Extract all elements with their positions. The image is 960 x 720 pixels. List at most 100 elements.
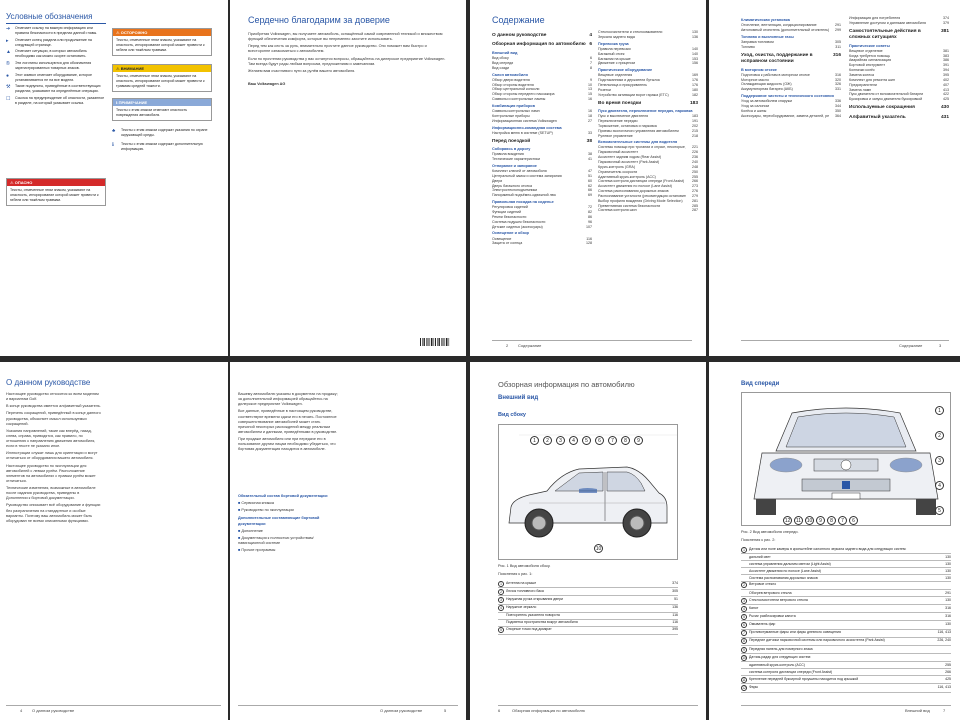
toc-entry[interactable]: Информационная система Volkswagen 27 [492,119,592,124]
toc-entry-title: Аксессуары, переоборудование, замена дет… [741,113,829,118]
callout-page-ref[interactable]: 116, 413 [929,630,951,636]
toc-entry[interactable]: Панорамный подъёмно-сдвижной люк 69 [492,193,592,198]
toc-entry-title: Перед поездкой [492,138,531,144]
callout-marker: 4 [935,481,944,490]
toc-chapter[interactable]: Перед поездкой 38 [492,139,592,145]
footer-page-number: 2 [506,343,509,348]
toc-entry[interactable]: Система контроля шин 287 [598,208,698,213]
callout-item: 3 Наружная ручка открывания двери 51 [498,596,678,605]
callout-page-ref[interactable]: 316 [929,614,951,620]
toc-entry[interactable]: Зеркала заднего вида 136 [598,35,698,40]
callout-page-ref[interactable]: 136 [656,605,678,611]
toc-entry[interactable]: Буксировка и запуск двигателя буксировко… [849,97,949,102]
callout-text: Повторитель указателя поворота [506,613,560,618]
toc-entry-title: Панорамный подъёмно-сдвижной люк [492,193,556,198]
toc-entry[interactable]: Рулевое управление 218 [598,134,698,139]
toc-entry[interactable]: Движение с прицепом 156 [598,61,698,66]
callout-page-ref[interactable]: 255 [929,663,951,668]
callout-page-ref[interactable] [929,655,951,661]
toc-entry-page: 41 [588,157,592,161]
toc-chapter[interactable]: Используемые сокращения 430 [849,105,949,111]
caution-header: ⚠ ОСТОРОЖНО [113,29,211,36]
toc-column-1: О данном руководстве 4 Обзорная информация… [492,30,592,246]
callout-number: 3 [498,596,504,603]
toc-entry[interactable]: Защита от солнца 128 [492,241,592,246]
toc-entry-page: 33 [588,130,592,135]
callout-3: 3 [556,436,565,445]
toc-entry[interactable]: Автономный отопитель (дополнительный ото… [741,28,841,33]
callout-page-ref[interactable]: 316 [929,606,951,612]
paragraph: Руководство описывает всё оборудование и… [6,503,101,523]
callout-page-ref[interactable]: 130 [929,576,951,581]
legend-text: Такие подпункты, приведённые в соответст… [15,84,101,94]
paragraph: Перечень сокращений, приведённый в конце… [6,411,101,426]
callout-page-ref[interactable]: 116 [656,620,678,625]
callout-page-ref[interactable]: 51 [656,597,678,603]
toc-chapter[interactable]: Уход, очистка, поддержание в исправном с… [741,53,841,66]
footer-rule [238,705,458,706]
callout-item: 6 Омыватель фар 130 [741,621,951,630]
toc-chapter[interactable]: Обзорная информация по автомобилю 6 [492,42,592,48]
callout-item: Обогрев ветрового стекла 291 [741,590,951,597]
callout-page-ref[interactable]: 130 [929,555,951,560]
callout-page-ref[interactable]: 226, 240 [929,638,951,644]
toc-entry[interactable]: Аккумуляторная батарея (АКБ) 331 [741,87,841,92]
toc-chapter[interactable]: О данном руководстве 4 [492,33,592,39]
callout-page-ref[interactable] [929,647,951,653]
toc-entry[interactable]: Топливо 311 [741,45,841,50]
toc-entry-title: Детские сиденья (аксессуары) [492,224,543,229]
page-title: Сердечно благодарим за доверие [248,15,390,25]
toc-chapter[interactable]: Самостоятельные действия в сложных ситуа… [849,29,949,42]
toc-entry-page: 218 [692,133,698,138]
callout-page-ref[interactable]: 116, 413 [929,685,951,691]
callout-2: 2 [543,436,552,445]
footer-page-number: 3 [939,343,942,348]
callout-page-ref[interactable] [929,582,951,588]
toc-entry[interactable]: Символы и контрольные лампы 16 [492,97,592,102]
callout-page-ref[interactable]: 116 [656,613,678,618]
toc-entry[interactable]: Управление доступом и данными автомобиля… [849,21,949,26]
callout-page-ref[interactable]: 130 [929,622,951,628]
callout-page-ref[interactable]: 130 [929,598,951,604]
callout-text: адаптивный круиз-контроль (ACC) [749,663,805,667]
callout-page-ref[interactable]: 291 [929,591,951,596]
callout-page-ref[interactable]: 130 [929,562,951,567]
danger-box: ⚠ ОПАСНО Тексты, отмеченные этим знаком,… [6,178,106,206]
paragraph: Технические изменения, возможные в автом… [6,486,96,501]
toc-entry[interactable]: Технические характеристики 41 [492,157,592,162]
toc-entry[interactable]: Настройка меню в системе (SETUP) 33 [492,131,592,136]
paragraph: Перед тем как сесть за руль, внимательно… [248,44,427,54]
callout-page-ref[interactable]: 425 [929,677,951,683]
callout-page-ref[interactable]: 374 [656,581,678,587]
toc-entry[interactable]: Устройство активации ворот гаража (ETC) 1… [598,93,698,98]
toc-entry[interactable]: Детские сиденья (аксессуары) 107 [492,225,592,230]
toc-entry[interactable]: Вид сзади 8 [492,66,592,71]
toc-entry-title: Буксировка и запуск двигателя буксировко… [849,97,923,102]
callout-marker: 8 [827,516,836,525]
note-text: Тексты с этим знаком отмечают опасность … [116,108,188,117]
toc-chapter[interactable]: Алфавитный указатель 431 [849,115,949,121]
callout-number: 10 [741,654,747,661]
callout-item: 1 Антенна на крыше 374 [498,580,678,589]
callout-text: Стеклоочистители ветрового стекла [749,597,808,602]
toc-entry-page: 182 [692,92,698,97]
callout-6: 6 [595,436,604,445]
callout-page-ref[interactable]: 266 [929,670,951,675]
toc-entry-page: 364 [835,113,841,118]
callout-number: 1 [498,580,504,587]
footer-page-number: 7 [943,708,946,713]
toc-entry[interactable]: Аксессуары, переоборудование, замена дет… [741,114,841,119]
callout-page-ref[interactable] [929,547,951,553]
toc-chapter[interactable]: Во время поездки 183 [598,101,698,107]
caution-box: ⚠ ОСТОРОЖНО Тексты, отмеченные этим знак… [112,28,212,56]
callout-page-ref[interactable]: 395 [656,627,678,633]
callout-item: 11 Крепление передней буксирной проушины … [741,676,951,685]
callout-text: Рычаг разблокировки капота [749,613,796,618]
callout-page-ref[interactable]: 130 [929,569,951,574]
paragraph: Вашему автомобилю указаны в документах н… [238,392,338,407]
toc-entry-page: 311 [835,44,841,49]
callout-number: 2 [741,582,747,589]
callout-page-ref[interactable]: 305 [656,589,678,595]
toc-column-1: Климатическая установка Отопление, вентил… [741,16,841,119]
callout-number: 5 [741,613,747,620]
